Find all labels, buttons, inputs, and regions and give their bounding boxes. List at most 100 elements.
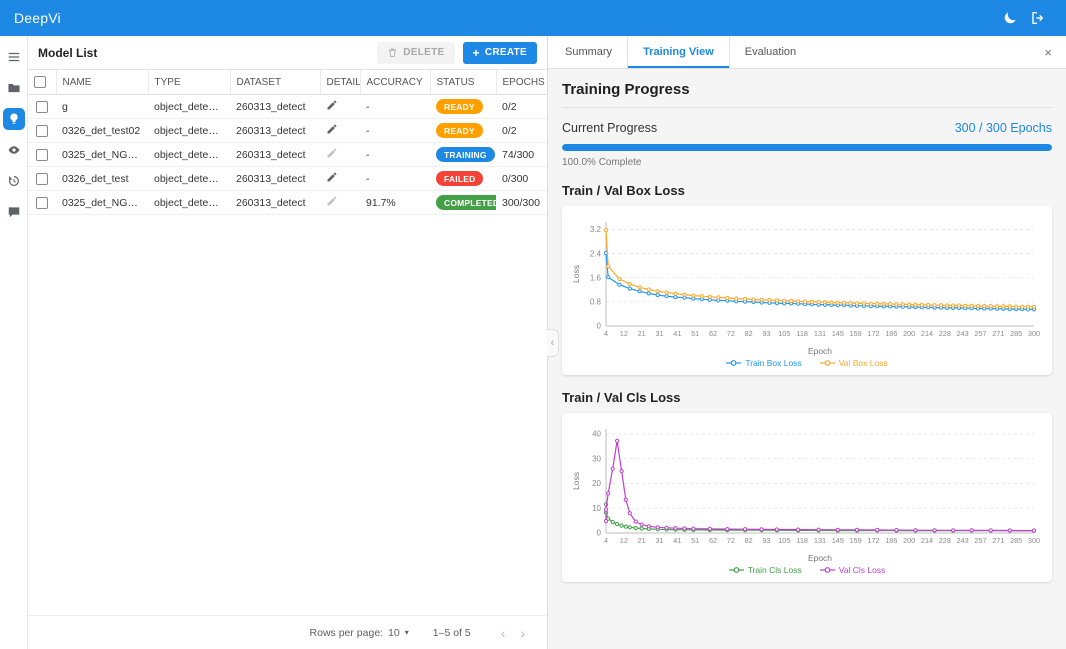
row-checkbox[interactable] — [36, 125, 48, 137]
svg-text:214: 214 — [921, 536, 933, 545]
status-badge: FAILED — [436, 171, 483, 186]
plus-icon: + — [473, 47, 480, 59]
svg-text:228: 228 — [939, 536, 951, 545]
row-checkbox[interactable] — [36, 197, 48, 209]
svg-text:3.2: 3.2 — [590, 225, 602, 234]
progress-bar-fill — [562, 144, 1052, 151]
cell-name: 0325_det_NGRegi... — [56, 191, 148, 215]
edit-icon[interactable] — [326, 147, 338, 159]
edit-icon[interactable] — [326, 171, 338, 183]
cell-status: READY — [430, 119, 496, 143]
svg-text:271: 271 — [992, 536, 1004, 545]
table-row[interactable]: gobject_detection260313_detect-READY0/2 — [28, 95, 547, 119]
column-header-dataset[interactable]: DATASET — [230, 70, 320, 95]
table-row[interactable]: 0325_det_NGRegi...object_detection260313… — [28, 191, 547, 215]
svg-text:0.8: 0.8 — [590, 297, 602, 306]
legend-item[interactable]: Val Box Loss — [820, 358, 888, 368]
svg-text:285: 285 — [1010, 536, 1022, 545]
svg-text:21: 21 — [638, 329, 646, 338]
rows-per-page-label: Rows per page: — [310, 627, 384, 639]
edit-icon[interactable] — [326, 99, 338, 111]
dark-mode-toggle[interactable] — [996, 4, 1024, 32]
svg-text:30: 30 — [592, 454, 601, 463]
tab-evaluation[interactable]: Evaluation — [730, 36, 811, 68]
svg-text:82: 82 — [745, 329, 753, 338]
progress-bar-track — [562, 144, 1052, 151]
cell-name: 0326_det_test02 — [56, 119, 148, 143]
sidebar-item-menu[interactable] — [3, 46, 25, 68]
legend-marker-icon — [820, 359, 835, 367]
table-row[interactable]: 0325_det_NGRegi...object_detection260313… — [28, 143, 547, 167]
column-header-epochs[interactable]: EPOCHS — [496, 70, 547, 95]
panel-collapse-handle[interactable]: ‹ — [547, 329, 559, 357]
select-all-checkbox[interactable] — [34, 76, 46, 88]
svg-text:2.4: 2.4 — [590, 249, 602, 258]
svg-text:145: 145 — [832, 536, 844, 545]
svg-text:159: 159 — [850, 536, 862, 545]
pagination-range: 1–5 of 5 — [433, 627, 471, 639]
delete-button[interactable]: DELETE — [377, 42, 454, 64]
svg-text:4: 4 — [604, 536, 608, 545]
chevron-left-icon: ‹ — [551, 337, 555, 349]
sidebar-item-history[interactable] — [3, 170, 25, 192]
logout-button[interactable] — [1024, 4, 1052, 32]
close-panel-button[interactable]: × — [1030, 45, 1066, 60]
delete-button-label: DELETE — [403, 47, 444, 58]
create-button[interactable]: + CREATE — [463, 42, 537, 64]
column-header-name[interactable]: NAME — [56, 70, 148, 95]
table-row[interactable]: 0326_det_testobject_detection260313_dete… — [28, 167, 547, 191]
rows-per-page-select[interactable]: Rows per page: 10 ▾ — [310, 627, 409, 639]
edit-icon[interactable] — [326, 123, 338, 135]
svg-text:Loss: Loss — [571, 265, 581, 283]
legend-item[interactable]: Train Cls Loss — [729, 565, 802, 575]
legend-label: Train Box Loss — [745, 358, 801, 368]
edit-icon[interactable] — [326, 195, 338, 207]
sidebar-item-feedback[interactable] — [3, 201, 25, 223]
svg-text:41: 41 — [673, 536, 681, 545]
progress-percent-label: 100.0% Complete — [562, 157, 1052, 168]
legend-item[interactable]: Train Box Loss — [726, 358, 801, 368]
cell-epochs: 0/300 — [496, 167, 547, 191]
legend-marker-icon — [820, 566, 835, 574]
create-button-label: CREATE — [485, 47, 527, 58]
cell-status: READY — [430, 95, 496, 119]
next-page-button[interactable]: › — [514, 625, 531, 641]
legend-label: Val Box Loss — [839, 358, 888, 368]
table-row[interactable]: 0326_det_test02object_detection260313_de… — [28, 119, 547, 143]
svg-text:Epoch: Epoch — [808, 553, 832, 563]
tab-bar: SummaryTraining ViewEvaluation × — [548, 36, 1066, 69]
svg-text:62: 62 — [709, 536, 717, 545]
cls-loss-chart-card: 0102030404122131415162728293105118131145… — [562, 413, 1052, 582]
sidebar-item-projects[interactable] — [3, 77, 25, 99]
column-header-status[interactable]: STATUS — [430, 70, 496, 95]
status-badge: COMPLETED — [436, 195, 496, 210]
page-title: Training Progress — [562, 81, 1052, 108]
sidebar-item-models[interactable] — [3, 108, 25, 130]
column-header-detail[interactable]: DETAIL — [320, 70, 360, 95]
legend-marker-icon — [726, 359, 741, 367]
legend-item[interactable]: Val Cls Loss — [820, 565, 886, 575]
svg-text:300: 300 — [1028, 536, 1040, 545]
cell-accuracy: - — [360, 143, 430, 167]
row-checkbox[interactable] — [36, 101, 48, 113]
model-list-actions: DELETE + CREATE — [377, 42, 537, 64]
svg-text:12: 12 — [620, 329, 628, 338]
cell-type: object_detection — [148, 167, 230, 191]
column-header-accuracy[interactable]: ACCURACY — [360, 70, 430, 95]
lightbulb-icon — [7, 112, 21, 126]
menu-icon — [7, 50, 21, 64]
sidebar-item-inspection[interactable] — [3, 139, 25, 161]
column-header-type[interactable]: TYPE — [148, 70, 230, 95]
previous-page-button[interactable]: ‹ — [495, 625, 512, 641]
tab-training-view[interactable]: Training View — [627, 36, 730, 68]
svg-text:172: 172 — [867, 329, 879, 338]
legend-label: Train Cls Loss — [748, 565, 802, 575]
cell-type: object_detection — [148, 95, 230, 119]
tab-summary[interactable]: Summary — [550, 36, 627, 68]
svg-text:118: 118 — [796, 329, 808, 338]
svg-text:93: 93 — [762, 329, 770, 338]
row-checkbox[interactable] — [36, 149, 48, 161]
box-loss-section-title: Train / Val Box Loss — [562, 183, 1052, 198]
svg-text:51: 51 — [691, 329, 699, 338]
row-checkbox[interactable] — [36, 173, 48, 185]
